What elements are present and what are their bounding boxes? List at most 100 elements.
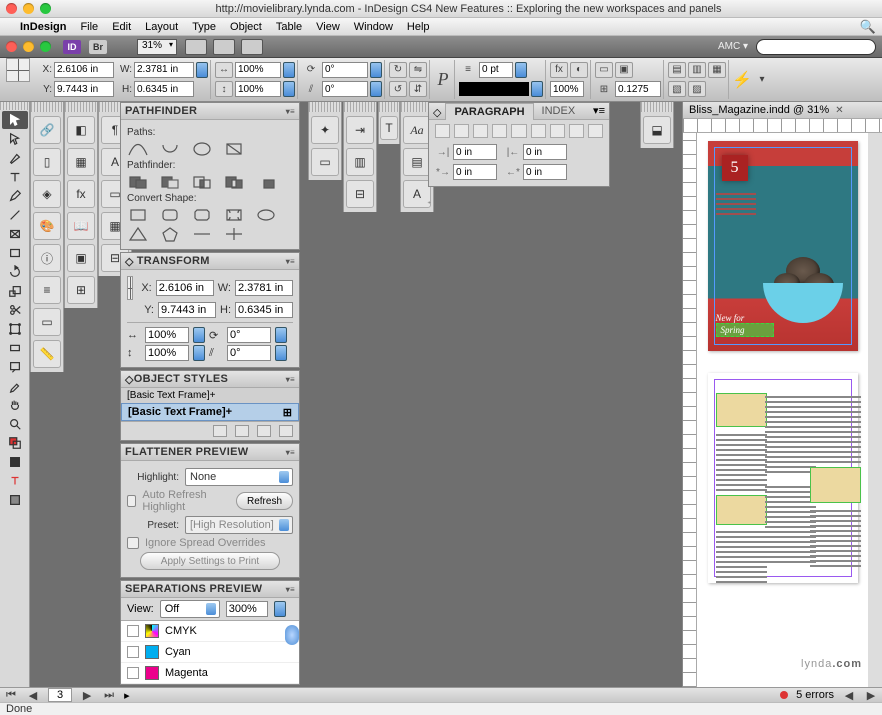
clear-overrides-button[interactable] (213, 425, 227, 437)
sep-cyan-row[interactable]: Cyan (121, 642, 299, 663)
measure-panel-icon[interactable]: 📏 (33, 340, 61, 368)
scroll-left-button[interactable]: ◀ (842, 689, 856, 701)
stroke-style-select[interactable] (459, 82, 529, 96)
convert-ellipse-button[interactable] (255, 207, 277, 223)
align-right-button[interactable] (473, 124, 488, 138)
book-panel-icon[interactable]: 📖 (67, 212, 95, 240)
left-indent-input[interactable] (453, 144, 497, 160)
flip-h-button[interactable]: ⇋ (409, 62, 427, 78)
paragraph-menu-button[interactable]: ▾≡ (589, 102, 609, 119)
view-options-button[interactable] (185, 39, 207, 55)
character-panel-icon[interactable]: Aa (403, 116, 431, 144)
article-text-c2[interactable] (810, 507, 861, 567)
fx-button[interactable]: fx (550, 62, 568, 78)
spring-callout[interactable]: New for Spring (716, 313, 774, 337)
scissors-tool[interactable] (2, 301, 28, 319)
object-style-selected-row[interactable]: [Basic Text Frame]+⊞ (121, 403, 299, 421)
convert-rounded-button[interactable] (159, 207, 181, 223)
sep-cmyk-checkbox[interactable] (127, 625, 139, 637)
eyedropper-tool[interactable] (2, 377, 28, 395)
bridge-badge-icon[interactable]: Br (89, 40, 107, 54)
last-line-indent-input[interactable] (523, 164, 567, 180)
close-doc-button[interactable] (6, 41, 17, 52)
justify-left-button[interactable] (492, 124, 507, 138)
zoom-level-select[interactable]: 31% (137, 39, 177, 55)
formatting-affects-text[interactable] (2, 472, 28, 490)
article-text-c1[interactable] (810, 393, 861, 463)
zoom-tool[interactable] (2, 415, 28, 433)
y-position-input[interactable] (54, 81, 114, 97)
layers-panel-icon[interactable]: ◈ (33, 180, 61, 208)
gradient-tool[interactable] (2, 339, 28, 357)
rotate-stepper[interactable] (370, 62, 382, 78)
transform-w-input[interactable] (235, 280, 293, 296)
scale-y-stepper[interactable] (283, 81, 295, 97)
center-content-button[interactable]: ▦ (708, 62, 726, 78)
note-tool[interactable] (2, 358, 28, 376)
menu-table[interactable]: Table (276, 21, 302, 33)
minimize-doc-button[interactable] (23, 41, 34, 52)
separations-pct-input[interactable] (226, 601, 268, 617)
stroke-weight-input[interactable] (479, 62, 513, 78)
justify-right-button[interactable] (531, 124, 546, 138)
article-image-b[interactable] (716, 495, 767, 525)
convert-line-button[interactable] (191, 226, 213, 242)
menu-object[interactable]: Object (230, 21, 262, 33)
menu-type[interactable]: Type (192, 21, 216, 33)
flip-v-button[interactable]: ⇵ (409, 81, 427, 97)
stroke-panel-icon[interactable]: ▭ (33, 308, 61, 336)
pf-intersect-button[interactable] (191, 174, 213, 190)
document-canvas[interactable]: 5 New for Spring (697, 133, 868, 687)
transform-refpoint[interactable] (127, 276, 133, 300)
document-vertical-scrollbar[interactable] (868, 133, 882, 687)
menu-help[interactable]: Help (407, 21, 430, 33)
pencil-tool[interactable] (2, 187, 28, 205)
quick-apply-button[interactable]: ⚡ (733, 72, 751, 88)
type-tool[interactable] (2, 168, 28, 186)
hyperlinks-icon[interactable]: ⬓ (643, 116, 671, 144)
convert-polygon-button[interactable] (159, 226, 181, 242)
pf-minus-back-button[interactable] (255, 174, 277, 190)
close-tab-icon[interactable]: ✕ (835, 105, 843, 116)
transform-sy-stepper[interactable] (193, 345, 205, 361)
sep-cmyk-row[interactable]: CMYK (121, 621, 299, 642)
page-spread-2[interactable] (708, 373, 858, 583)
align-towards-spine-button[interactable] (569, 124, 584, 138)
rectangle-tool[interactable] (2, 244, 28, 262)
cross-refs-icon[interactable]: ⊟ (346, 180, 374, 208)
character-mode-icon[interactable]: P (434, 72, 452, 88)
transform-menu-button[interactable]: ▾≡ (286, 257, 295, 266)
hand-tool[interactable] (2, 396, 28, 414)
control-menu-button[interactable]: ▾ (753, 72, 771, 88)
transform-h-input[interactable] (235, 302, 293, 318)
width-input[interactable] (134, 62, 194, 78)
transform-rot-input[interactable] (227, 327, 271, 343)
separations-menu-button[interactable]: ▾≡ (286, 585, 295, 594)
join-path-button[interactable] (127, 141, 149, 157)
opentype-icon[interactable]: ▤ (403, 148, 431, 176)
fit-content-button[interactable]: ▤ (668, 62, 686, 78)
transform-y-input[interactable] (158, 302, 216, 318)
close-window-button[interactable] (6, 3, 17, 14)
x-position-input[interactable] (54, 62, 114, 78)
prev-page-button[interactable]: ◀ (26, 689, 40, 701)
gradient-panel-icon[interactable]: ▦ (67, 148, 95, 176)
effects-panel-icon[interactable]: fx (67, 180, 95, 208)
transform-sy-input[interactable] (145, 345, 189, 361)
issue-number-badge[interactable]: 5 (722, 155, 748, 181)
transform-sx-input[interactable] (145, 327, 189, 343)
strip-b-grip[interactable] (65, 102, 97, 112)
clear-attrs-button[interactable] (235, 425, 249, 437)
vertical-ruler[interactable] (683, 133, 697, 687)
transform-shear-stepper[interactable] (275, 345, 287, 361)
text-wrap-panel-icon[interactable]: ▣ (67, 244, 95, 272)
document-tab[interactable]: Bliss_Magazine.indd @ 31% ✕ (683, 102, 882, 119)
screen-mode-button[interactable] (213, 39, 235, 55)
swatches-panel-icon[interactable]: 🎨 (33, 212, 61, 240)
selection-tool[interactable] (2, 111, 28, 129)
separations-pct-stepper[interactable] (274, 601, 286, 617)
align-panel-icon[interactable]: ≡ (33, 276, 61, 304)
table-panel-icon[interactable]: ⊞ (67, 276, 95, 304)
object-style-row[interactable]: [Basic Text Frame]+ (121, 388, 299, 403)
last-page-button[interactable]: ⏭ (102, 689, 116, 701)
